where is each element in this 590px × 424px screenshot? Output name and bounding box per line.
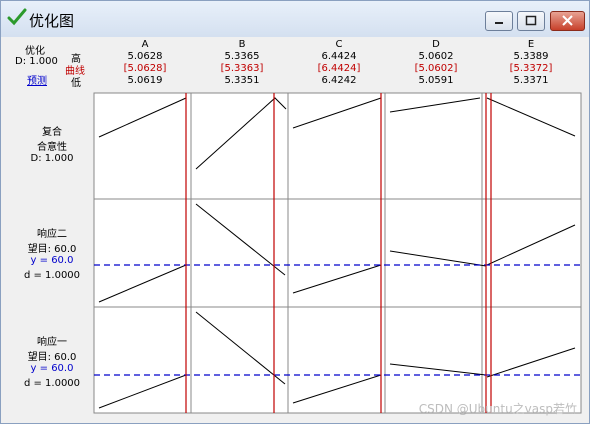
title-bar: 优化图 [1,1,589,37]
plot-background [93,92,582,414]
minimize-button[interactable] [485,11,513,31]
close-button[interactable] [550,11,585,31]
plot-grid [93,92,582,414]
minimize-icon [495,22,503,24]
maximize-button[interactable] [517,11,545,31]
maximize-icon [525,15,537,26]
window-title: 优化图 [29,12,75,30]
close-icon [562,15,573,26]
checkmark-icon [7,8,27,26]
watermark: CSDN @Ubuntu之vasp若竹 [418,402,577,416]
optimization-plot-area: 优化 D: 1.000 预测 高 曲线 低 A 5.0628 [5.0628] … [7,37,585,417]
optimization-window: 优化图 优化 D: 1.000 预测 高 曲线 低 A 5.0628 [5.06… [0,0,590,424]
